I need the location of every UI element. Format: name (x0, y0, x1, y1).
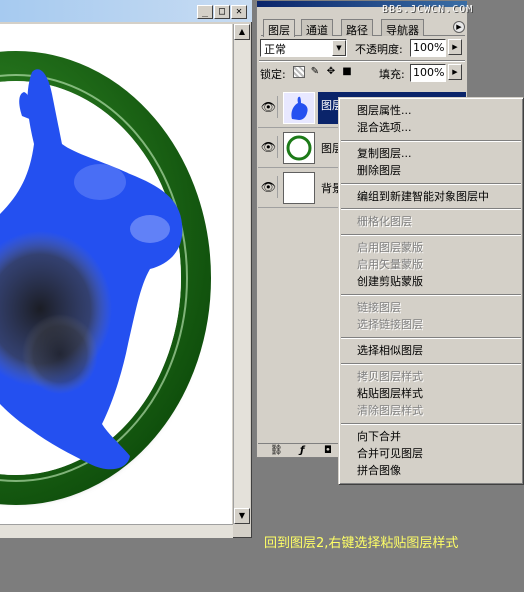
layer-style-icon[interactable]: ƒ (300, 445, 304, 457)
menu-item-rasterize-layer[interactable]: 栅格化图层 (357, 213, 412, 230)
mask-icon[interactable]: ◘ (324, 445, 332, 457)
fill-label: 填充: (379, 68, 405, 81)
menu-item-flatten-image[interactable]: 拼合图像 (357, 462, 401, 479)
eye-icon[interactable]: 👁 (260, 96, 278, 118)
menu-item-layer-properties[interactable]: 图层属性... (357, 102, 412, 119)
menu-item-create-clipping-mask[interactable]: 创建剪贴蒙版 (357, 273, 423, 290)
menu-item-enable-vector-mask[interactable]: 启用矢量蒙版 (357, 256, 423, 273)
opacity-label: 不透明度: (355, 43, 403, 56)
menu-separator (341, 208, 521, 210)
fill-arrow-icon[interactable]: ▶ (448, 64, 462, 80)
tutorial-caption: 回到图层2,右键选择粘贴图层样式 (264, 536, 459, 551)
menu-item-select-linked-layers[interactable]: 选择链接图层 (357, 316, 423, 333)
menu-item-delete-layer[interactable]: 删除图层 (357, 162, 401, 179)
tab-paths[interactable]: 路径 (341, 19, 373, 37)
divider (259, 60, 465, 62)
scroll-down-icon[interactable]: ▼ (234, 508, 250, 524)
scroll-up-icon[interactable]: ▲ (234, 24, 250, 40)
tab-navigator[interactable]: 导航器 (381, 19, 424, 37)
menu-item-merge-down[interactable]: 向下合并 (357, 428, 401, 445)
menu-item-copy-layer-style[interactable]: 拷贝图层样式 (357, 368, 423, 385)
menu-item-duplicate-layer[interactable]: 复制图层... (357, 145, 412, 162)
opacity-arrow-icon[interactable]: ▶ (448, 39, 462, 55)
maximize-button[interactable]: □ (214, 5, 230, 19)
palette-tabs: 图层 通道 路径 导航器 (261, 19, 465, 37)
smoke-cloud-small (22, 314, 98, 394)
minimize-button[interactable]: _ (197, 5, 213, 19)
document-titlebar[interactable]: _ □ ✕ (0, 0, 252, 22)
lock-label: 锁定: (260, 68, 286, 81)
white-thumb (283, 172, 315, 204)
menu-item-merge-visible[interactable]: 合并可见图层 (357, 445, 423, 462)
menu-item-blending-options[interactable]: 混合选项... (357, 119, 412, 136)
fill-input[interactable]: 100% (410, 64, 446, 82)
menu-separator (341, 234, 521, 236)
lock-brush-icon[interactable]: ✎ (309, 66, 321, 78)
ring-thumb (283, 132, 315, 164)
menu-separator (341, 363, 521, 365)
lock-transparency-icon[interactable] (293, 66, 305, 78)
eye-icon[interactable]: 👁 (260, 136, 278, 158)
cloud-highlight (74, 164, 126, 200)
menu-item-paste-layer-style[interactable]: 粘贴图层样式 (357, 385, 423, 402)
menu-item-select-similar-layers[interactable]: 选择相似图层 (357, 342, 423, 359)
chevron-down-icon[interactable]: ▼ (332, 40, 346, 56)
menu-item-clear-layer-style[interactable]: 清除图层样式 (357, 402, 423, 419)
tab-layers[interactable]: 图层 (263, 19, 295, 37)
menu-item-group-smart-object[interactable]: 编组到新建智能对象图层中 (357, 188, 489, 205)
menu-separator (341, 140, 521, 142)
cloud-highlight (130, 215, 170, 243)
menu-item-enable-layer-mask[interactable]: 启用图层蒙版 (357, 239, 423, 256)
menu-separator (341, 423, 521, 425)
tab-channels[interactable]: 通道 (301, 19, 333, 37)
menu-separator (341, 337, 521, 339)
document-canvas[interactable] (0, 24, 232, 524)
menu-separator (341, 183, 521, 185)
lock-all-icon[interactable]: ■ (341, 66, 353, 78)
lock-move-icon[interactable]: ✥ (325, 66, 337, 78)
rabbit-thumb (283, 92, 315, 124)
opacity-input[interactable]: 100% (410, 39, 446, 57)
blend-mode-value: 正常 (264, 43, 286, 56)
context-menu: 图层属性... 混合选项... 复制图层... 删除图层 编组到新建智能对象图层… (338, 97, 524, 485)
eye-icon[interactable]: 👁 (260, 176, 278, 198)
close-button[interactable]: ✕ (231, 5, 247, 19)
watermark: BBS.JCWCN.COM (382, 4, 474, 15)
document-window: _ □ ✕ ▲ ▼ (0, 0, 252, 538)
menu-item-link-layers[interactable]: 链接图层 (357, 299, 401, 316)
palette-menu-icon[interactable]: ▶ (453, 21, 465, 33)
horizontal-scrollbar[interactable] (0, 524, 233, 538)
canvas-artwork (0, 51, 211, 505)
link-icon[interactable]: ⛓ (270, 445, 283, 457)
menu-separator (341, 294, 521, 296)
vertical-scrollbar[interactable]: ▲ ▼ (233, 24, 250, 524)
blend-mode-select[interactable]: 正常 ▼ (260, 39, 347, 57)
